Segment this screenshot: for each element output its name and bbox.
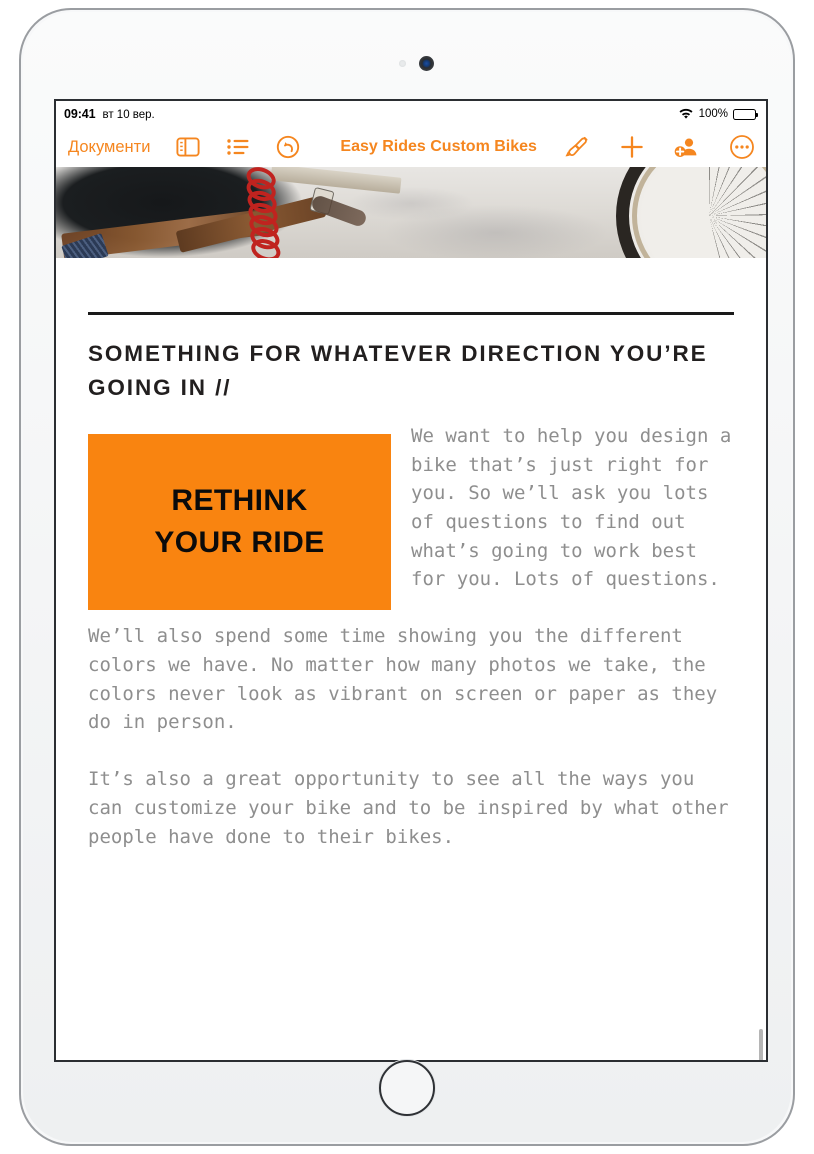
paragraph-2: We’ll also spend some time showing you t… — [88, 625, 729, 734]
view-options-button[interactable] — [176, 136, 200, 158]
rethink-your-ride-callout[interactable]: RETHINK YOUR RIDE — [88, 434, 391, 611]
vertical-scrollbar[interactable] — [759, 1029, 763, 1060]
document-title[interactable]: Easy Rides Custom Bikes — [340, 138, 537, 156]
paragraph-3: It’s also a great opportunity to see all… — [88, 768, 741, 848]
more-ellipsis-icon — [730, 135, 754, 159]
ipad-screen: 09:41 вт 10 вер. 100% Документи Easy Rid… — [54, 99, 768, 1062]
more-options-button[interactable] — [729, 134, 755, 160]
back-to-documents-button[interactable]: Документи — [68, 138, 150, 157]
photo-wheel-rim — [632, 167, 766, 258]
callout-line-1: RETHINK — [171, 483, 308, 517]
front-camera-icon — [419, 56, 434, 71]
callout-line-2: YOUR RIDE — [154, 526, 325, 560]
document-toolbar: Документи Easy Rides Custom Bikes — [56, 127, 766, 167]
front-camera-assembly — [375, 56, 439, 72]
document-heading: SOMETHING FOR WHATEVER DIRECTION YOU’RE … — [88, 340, 708, 401]
battery-percent-label: 100% — [698, 108, 728, 120]
wifi-icon — [679, 108, 693, 119]
ambient-light-sensor-icon — [399, 60, 406, 67]
sidebar-view-icon — [176, 137, 200, 157]
undo-button[interactable] — [276, 135, 300, 159]
ipad-device-frame: 09:41 вт 10 вер. 100% Документи Easy Rid… — [19, 8, 795, 1146]
undo-arrow-icon — [277, 135, 300, 159]
collaborate-button[interactable] — [673, 134, 701, 160]
plus-insert-icon — [621, 136, 643, 158]
outline-list-button[interactable] — [226, 137, 250, 157]
document-text-body[interactable]: SOMETHING FOR WHATEVER DIRECTION YOU’RE … — [56, 312, 766, 851]
photo-bicycle-wheel — [616, 167, 766, 258]
hero-image[interactable] — [56, 167, 766, 258]
battery-icon — [733, 108, 759, 120]
status-bar: 09:41 вт 10 вер. 100% — [56, 101, 766, 127]
outline-list-icon — [227, 139, 249, 155]
add-person-collaborate-icon — [674, 138, 697, 157]
status-date: вт 10 вер. — [102, 109, 155, 121]
status-time: 09:41 — [64, 107, 96, 121]
paintbrush-format-icon — [565, 136, 588, 157]
home-button[interactable] — [379, 1060, 435, 1116]
insert-button[interactable] — [619, 134, 645, 160]
document-canvas[interactable]: SOMETHING FOR WHATEVER DIRECTION YOU’RE … — [56, 167, 766, 1060]
heading-divider-rule — [88, 312, 734, 315]
status-bar-right: 100% — [678, 108, 759, 120]
format-button[interactable] — [565, 134, 591, 160]
status-bar-left: 09:41 вт 10 вер. — [64, 107, 155, 121]
